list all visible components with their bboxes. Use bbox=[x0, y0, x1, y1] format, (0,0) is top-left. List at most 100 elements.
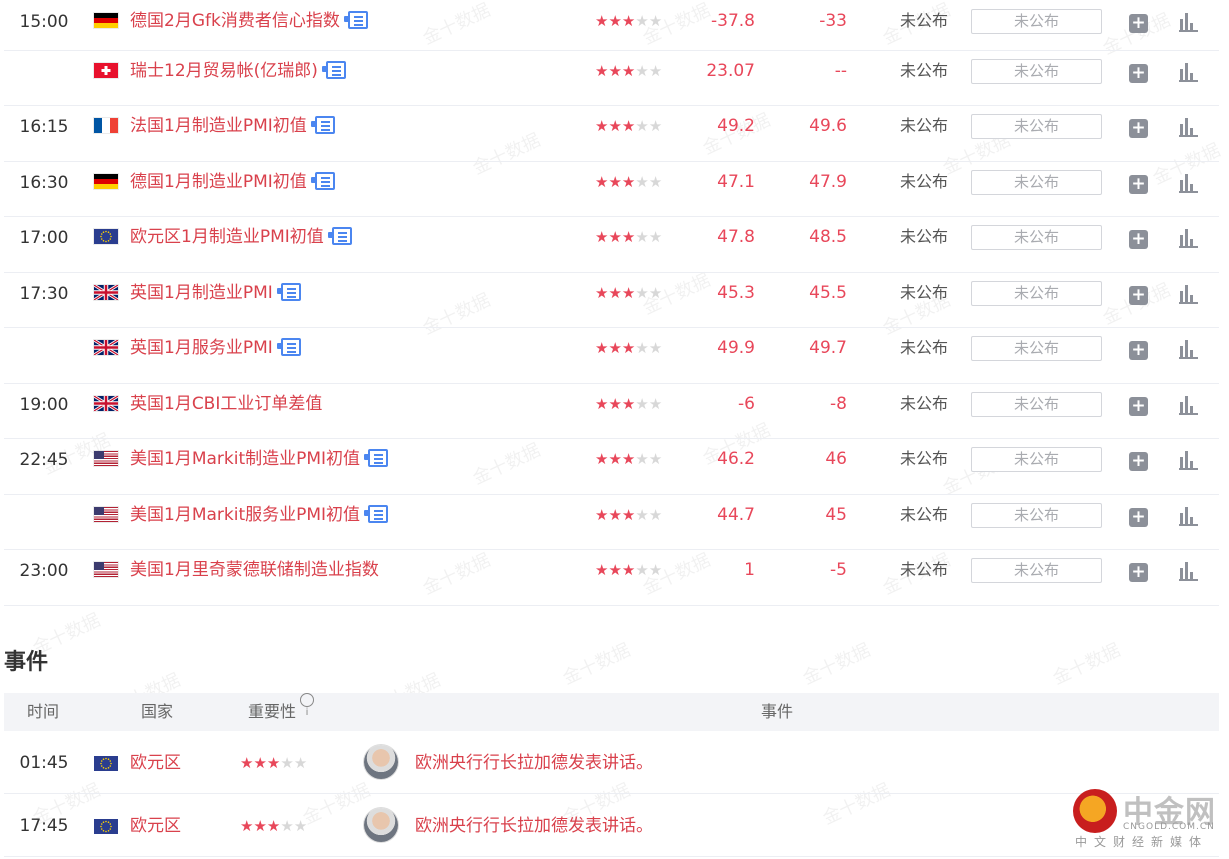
document-icon[interactable] bbox=[310, 116, 335, 134]
actual-input-box[interactable]: 未公布 bbox=[971, 225, 1102, 250]
importance-stars: ★★★★★ bbox=[595, 284, 663, 302]
indicator-name[interactable]: 德国2月Gfk消费者信心指数 bbox=[130, 0, 368, 42]
add-alert-icon[interactable]: + bbox=[1129, 119, 1148, 138]
actual-value: 未公布 bbox=[899, 560, 948, 579]
actual-input-box[interactable]: 未公布 bbox=[971, 114, 1102, 139]
actual-value: 未公布 bbox=[899, 338, 948, 357]
indicator-name[interactable]: 德国1月制造业PMI初值 bbox=[130, 161, 335, 203]
document-icon[interactable] bbox=[364, 449, 389, 467]
event-row[interactable]: 17:45 欧元区 ★★★★★ 欧洲央行行长拉加德发表讲话。 bbox=[4, 796, 1219, 857]
indicator-row[interactable]: 美国1月Markit服务业PMI初值 ★★★★★ 44.7 45 未公布 未公布 + bbox=[4, 494, 1219, 550]
event-country: 欧元区 bbox=[130, 753, 181, 773]
actual-input-box[interactable]: 未公布 bbox=[971, 558, 1102, 583]
forecast-value: 45 bbox=[825, 505, 847, 525]
indicator-row[interactable]: 16:15 法国1月制造业PMI初值 ★★★★★ 49.2 49.6 未公布 未公布 + bbox=[4, 105, 1219, 162]
chart-icon[interactable] bbox=[1179, 562, 1198, 581]
chart-icon[interactable] bbox=[1179, 13, 1198, 32]
indicator-row[interactable]: 瑞士12月贸易帐(亿瑞郎) ★★★★★ 23.07 -- 未公布 未公布 + bbox=[4, 50, 1219, 106]
actual-value: 未公布 bbox=[899, 116, 948, 135]
actual-input-box[interactable]: 未公布 bbox=[971, 281, 1102, 306]
chart-icon[interactable] bbox=[1179, 396, 1198, 415]
indicator-name[interactable]: 美国1月里奇蒙德联储制造业指数 bbox=[130, 549, 379, 591]
indicator-name[interactable]: 英国1月制造业PMI bbox=[130, 272, 301, 314]
event-text[interactable]: 欧洲央行行长拉加德发表讲话。 bbox=[415, 733, 653, 793]
event-time bbox=[4, 494, 84, 549]
indicator-name[interactable]: 瑞士12月贸易帐(亿瑞郎) bbox=[130, 50, 346, 92]
add-alert-icon[interactable]: + bbox=[1129, 14, 1148, 33]
forecast-value: 49.7 bbox=[809, 338, 847, 358]
forecast-value: -- bbox=[834, 61, 847, 81]
indicator-name[interactable]: 英国1月CBI工业订单差值 bbox=[130, 383, 322, 425]
indicator-row[interactable]: 23:00 美国1月里奇蒙德联储制造业指数 ★★★★★ 1 -5 未公布 未公布 + bbox=[4, 549, 1219, 606]
importance-stars: ★★★★★ bbox=[595, 62, 663, 80]
chart-icon[interactable] bbox=[1179, 285, 1198, 304]
event-time: 17:30 bbox=[19, 284, 69, 304]
forecast-value: 46 bbox=[825, 449, 847, 469]
add-alert-icon[interactable]: + bbox=[1129, 175, 1148, 194]
actual-input-box[interactable]: 未公布 bbox=[971, 447, 1102, 472]
add-alert-icon[interactable]: + bbox=[1129, 397, 1148, 416]
indicator-row[interactable]: 19:00 英国1月CBI工业订单差值 ★★★★★ -6 -8 未公布 未公布 + bbox=[4, 383, 1219, 439]
chart-icon[interactable] bbox=[1179, 174, 1198, 193]
indicator-row[interactable]: 16:30 德国1月制造业PMI初值 ★★★★★ 47.1 47.9 未公布 未公布 + bbox=[4, 161, 1219, 217]
forecast-value: -8 bbox=[830, 394, 847, 414]
indicator-row[interactable]: 17:00 欧元区1月制造业PMI初值 ★★★★★ 47.8 48.5 未公布 未公布 + bbox=[4, 216, 1219, 273]
document-icon[interactable] bbox=[276, 283, 301, 301]
event-time: 23:00 bbox=[19, 561, 69, 581]
document-icon[interactable] bbox=[364, 505, 389, 523]
indicator-name[interactable]: 法国1月制造业PMI初值 bbox=[130, 105, 335, 147]
chart-icon[interactable] bbox=[1179, 63, 1198, 82]
event-time: 16:15 bbox=[19, 117, 69, 137]
chart-icon[interactable] bbox=[1179, 229, 1198, 248]
event-text[interactable]: 欧洲央行行长拉加德发表讲话。 bbox=[415, 796, 653, 856]
indicator-name[interactable]: 欧元区1月制造业PMI初值 bbox=[130, 216, 352, 258]
chart-icon[interactable] bbox=[1179, 118, 1198, 137]
us-flag bbox=[94, 562, 118, 577]
chart-icon[interactable] bbox=[1179, 507, 1198, 526]
indicator-name[interactable]: 美国1月Markit制造业PMI初值 bbox=[130, 438, 389, 480]
document-icon[interactable] bbox=[327, 227, 352, 245]
event-time: 15:00 bbox=[19, 12, 69, 32]
watermark: 金十数据 bbox=[1049, 639, 1124, 690]
germany-flag bbox=[94, 13, 118, 28]
document-icon[interactable] bbox=[310, 172, 335, 190]
indicator-row[interactable]: 15:00 德国2月Gfk消费者信心指数 ★★★★★ -37.8 -33 未公布 未公布 + bbox=[4, 0, 1219, 51]
chart-icon[interactable] bbox=[1179, 451, 1198, 470]
chart-icon[interactable] bbox=[1179, 340, 1198, 359]
importance-stars: ★★★★★ bbox=[595, 395, 663, 413]
importance-stars: ★★★★★ bbox=[595, 561, 663, 579]
add-alert-icon[interactable]: + bbox=[1129, 341, 1148, 360]
actual-input-box[interactable]: 未公布 bbox=[971, 59, 1102, 84]
importance-stars: ★★★★★ bbox=[595, 173, 663, 191]
indicator-row[interactable]: 22:45 美国1月Markit制造业PMI初值 ★★★★★ 46.2 46 未公布 未公布… bbox=[4, 438, 1219, 495]
event-time: 01:45 bbox=[19, 753, 69, 773]
forecast-value: 48.5 bbox=[809, 227, 847, 247]
indicator-name[interactable]: 美国1月Markit服务业PMI初值 bbox=[130, 494, 389, 536]
add-alert-icon[interactable]: + bbox=[1129, 452, 1148, 471]
info-icon[interactable]: i bbox=[300, 693, 315, 718]
actual-input-box[interactable]: 未公布 bbox=[971, 503, 1102, 528]
add-alert-icon[interactable]: + bbox=[1129, 64, 1148, 83]
actual-value: 未公布 bbox=[899, 394, 948, 413]
add-alert-icon[interactable]: + bbox=[1129, 508, 1148, 527]
event-time: 17:45 bbox=[19, 816, 69, 836]
add-alert-icon[interactable]: + bbox=[1129, 230, 1148, 249]
event-row[interactable]: 01:45 欧元区 ★★★★★ 欧洲央行行长拉加德发表讲话。 bbox=[4, 733, 1219, 794]
document-icon[interactable] bbox=[343, 11, 368, 29]
indicator-name[interactable]: 英国1月服务业PMI bbox=[130, 327, 301, 369]
indicator-row[interactable]: 英国1月服务业PMI ★★★★★ 49.9 49.7 未公布 未公布 + bbox=[4, 327, 1219, 384]
actual-value: 未公布 bbox=[899, 505, 948, 524]
actual-input-box[interactable]: 未公布 bbox=[971, 392, 1102, 417]
actual-input-box[interactable]: 未公布 bbox=[971, 336, 1102, 361]
actual-input-box[interactable]: 未公布 bbox=[971, 9, 1102, 34]
document-icon[interactable] bbox=[321, 61, 346, 79]
add-alert-icon[interactable]: + bbox=[1129, 286, 1148, 305]
actual-input-box[interactable]: 未公布 bbox=[971, 170, 1102, 195]
document-icon[interactable] bbox=[276, 338, 301, 356]
watermark: 金十数据 bbox=[559, 639, 634, 690]
add-alert-icon[interactable]: + bbox=[1129, 563, 1148, 582]
indicator-row[interactable]: 17:30 英国1月制造业PMI ★★★★★ 45.3 45.5 未公布 未公布 + bbox=[4, 272, 1219, 328]
importance-stars: ★★★★★ bbox=[595, 450, 663, 468]
importance-stars: ★★★★★ bbox=[595, 339, 663, 357]
logo-icon bbox=[1073, 789, 1117, 833]
